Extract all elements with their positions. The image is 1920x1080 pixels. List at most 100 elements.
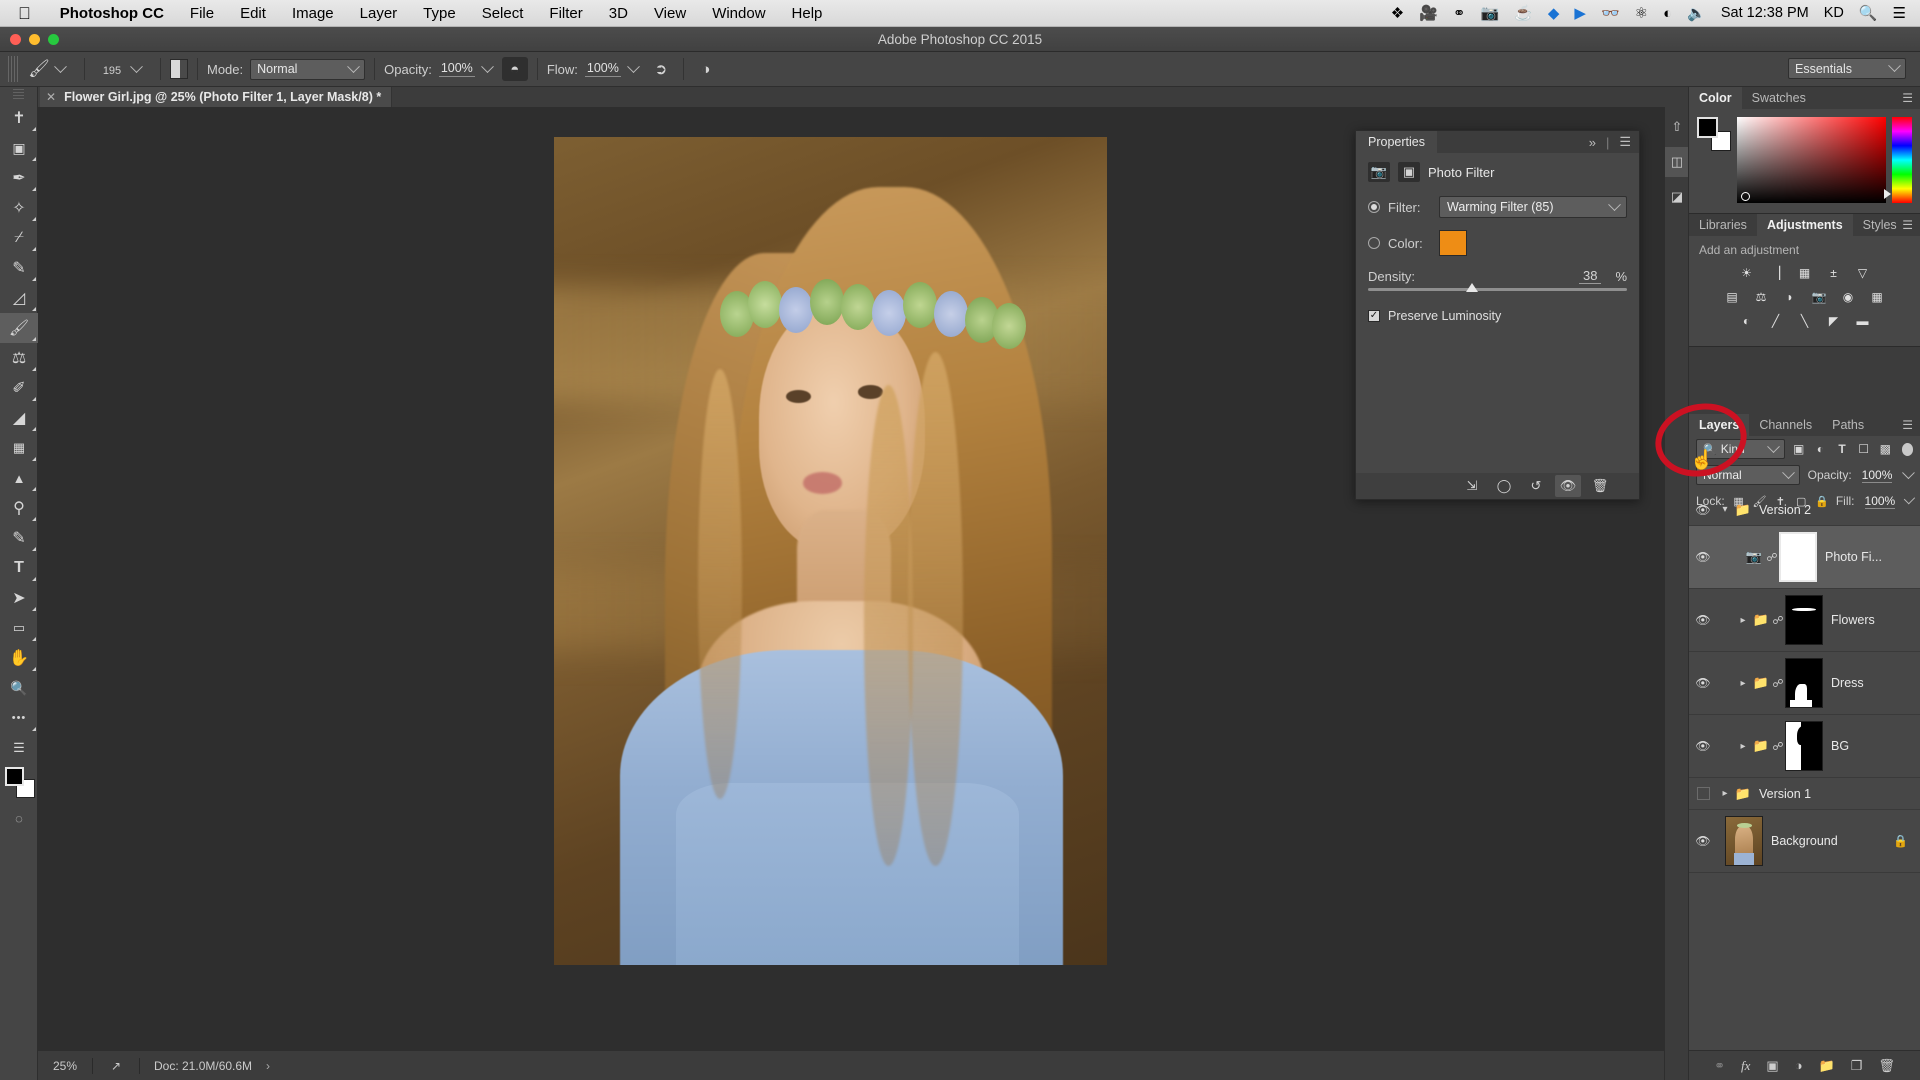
levels-icon[interactable]: ▕	[1765, 264, 1787, 281]
link-mask-icon[interactable]: ☍	[1771, 677, 1785, 690]
delete-layer-icon[interactable]: 🗑	[1878, 1058, 1895, 1074]
reset-icon[interactable]: ↺	[1523, 475, 1549, 497]
menu-app-name[interactable]: Photoshop CC	[47, 5, 177, 22]
foreground-background-color[interactable]	[0, 763, 38, 803]
foreground-color-swatch[interactable]	[5, 767, 24, 786]
diamond-icon[interactable]: ◆	[1548, 4, 1560, 22]
filter-toggle[interactable]	[1901, 442, 1914, 456]
crop-tool[interactable]: ⌿	[0, 223, 38, 253]
coffee-icon[interactable]: ☕	[1514, 4, 1533, 22]
brush-preset-chevron-down-icon[interactable]	[130, 59, 143, 73]
marquee-tool[interactable]: ▣	[0, 133, 38, 163]
minimize-window-button[interactable]	[29, 34, 40, 45]
visibility-toggle[interactable]: 👁	[1689, 613, 1717, 627]
share-icon[interactable]: ↗	[93, 1059, 139, 1073]
opacity-chevron-down-icon[interactable]	[1902, 465, 1915, 479]
tool-preset-chevron-down-icon[interactable]	[54, 59, 67, 73]
layer-row-bg[interactable]: 👁 ▸ 📁 ☍ BG	[1689, 715, 1920, 778]
filter-adjustment-icon[interactable]: ◐	[1812, 440, 1829, 459]
filter-radio[interactable]	[1368, 201, 1380, 213]
posterize-icon[interactable]: ╱	[1765, 312, 1787, 329]
link-mask-icon[interactable]: ☍	[1765, 551, 1779, 564]
creative-cloud-icon[interactable]: ⚭	[1453, 4, 1466, 22]
foreground-color-swatch[interactable]	[1697, 117, 1718, 138]
layer-row-dress[interactable]: 👁 ▸ 📁 ☍ Dress	[1689, 652, 1920, 715]
chevron-right-icon[interactable]: ▸	[1717, 788, 1733, 799]
workspace-selector[interactable]: Essentials	[1788, 58, 1906, 79]
visibility-toggle[interactable]: 👁	[1689, 676, 1717, 690]
link-layers-icon[interactable]: ⚭	[1714, 1058, 1725, 1074]
new-adjustment-icon[interactable]: ◑	[1795, 1058, 1803, 1073]
panel-menu-icon[interactable]: ☰	[1902, 418, 1913, 432]
color-radio[interactable]	[1368, 237, 1380, 249]
gradient-map-icon[interactable]: ◤	[1823, 312, 1845, 329]
layer-list[interactable]: 👁 ▾ 📁 Version 2 👁 📷 ☍ Photo Fi... 👁 ▸ 📁	[1689, 494, 1920, 1050]
exposure-icon[interactable]: ±	[1823, 264, 1845, 281]
channel-mixer-icon[interactable]: ◉	[1837, 288, 1859, 305]
menu-item-edit[interactable]: Edit	[227, 5, 279, 22]
menu-item-layer[interactable]: Layer	[347, 5, 411, 22]
black-white-icon[interactable]: ◗	[1779, 288, 1801, 305]
density-slider[interactable]	[1368, 283, 1627, 292]
brightness-contrast-icon[interactable]: ☀	[1736, 264, 1758, 281]
eraser-tool[interactable]: ◢	[0, 403, 38, 433]
maximize-window-button[interactable]	[48, 34, 59, 45]
smoothing-icon[interactable]: ◑	[693, 57, 719, 81]
window-controls[interactable]	[10, 34, 59, 45]
list-icon[interactable]: ☰	[1893, 4, 1906, 22]
filter-type-icon[interactable]: T	[1834, 440, 1851, 459]
chevron-down-icon[interactable]: ▾	[1717, 504, 1733, 515]
hand-tool[interactable]: ✋	[0, 643, 38, 673]
options-bar-grip[interactable]	[8, 56, 20, 82]
add-mask-icon[interactable]: ▣	[1766, 1058, 1778, 1074]
selective-color-icon[interactable]: ▬	[1852, 312, 1874, 329]
wifi-icon[interactable]: ◐	[1663, 5, 1672, 22]
curves-icon[interactable]: ▦	[1794, 264, 1816, 281]
flow-chevron-down-icon[interactable]	[626, 59, 640, 73]
type-tool[interactable]: T	[0, 553, 38, 583]
quick-selection-tool[interactable]: ✧	[0, 193, 38, 223]
blend-mode-select[interactable]: Normal	[250, 58, 366, 80]
visibility-icon[interactable]: 👁	[1555, 475, 1581, 497]
brush-panel-icon[interactable]	[170, 59, 188, 79]
filter-select[interactable]: Warming Filter (85)	[1439, 196, 1627, 218]
zoom-level[interactable]: 25%	[38, 1059, 92, 1073]
panel-menu-icon[interactable]: ☰	[1902, 218, 1913, 232]
zoom-tool[interactable]: 🔍	[0, 673, 38, 703]
tab-libraries[interactable]: Libraries	[1689, 214, 1757, 236]
layer-mask-thumbnail[interactable]	[1785, 721, 1823, 771]
layer-row-photo-filter[interactable]: 👁 📷 ☍ Photo Fi...	[1689, 526, 1920, 589]
layer-row-flowers[interactable]: 👁 ▸ 📁 ☍ Flowers	[1689, 589, 1920, 652]
screen-record-icon[interactable]: 🎥	[1419, 4, 1438, 22]
link-mask-icon[interactable]: ☍	[1771, 740, 1785, 753]
preserve-luminosity-checkbox[interactable]: ✓	[1368, 310, 1380, 322]
menu-item-select[interactable]: Select	[469, 5, 537, 22]
panel-menu-icon[interactable]: ☰	[1902, 91, 1913, 105]
color-panel-fg-bg[interactable]	[1697, 117, 1731, 151]
chevron-right-icon[interactable]: ▸	[1735, 741, 1751, 752]
tab-paths[interactable]: Paths	[1822, 414, 1874, 436]
visibility-toggle[interactable]	[1689, 787, 1717, 800]
eyedropper-tool[interactable]: ✎	[0, 253, 38, 283]
hue-saturation-icon[interactable]: ▤	[1721, 288, 1743, 305]
new-group-icon[interactable]: 📁	[1819, 1058, 1835, 1074]
screen-mode-icon[interactable]: ☰	[0, 733, 38, 763]
filter-smart-icon[interactable]: ▩	[1877, 440, 1894, 459]
apple-icon[interactable]: 	[18, 5, 31, 22]
tab-layers[interactable]: Layers	[1689, 414, 1750, 436]
tab-color[interactable]: Color	[1689, 87, 1742, 109]
opacity-input[interactable]: 100%	[438, 61, 475, 77]
menu-user[interactable]: KD	[1824, 5, 1844, 21]
brush-icon[interactable]: 🖌	[26, 56, 52, 82]
visibility-toggle[interactable]: 👁	[1689, 739, 1717, 753]
tab-properties[interactable]: Properties	[1356, 131, 1437, 153]
delete-icon[interactable]: 🗑	[1587, 475, 1613, 497]
new-layer-icon[interactable]: ❐	[1851, 1058, 1863, 1074]
tab-adjustments[interactable]: Adjustments	[1756, 214, 1853, 236]
preserve-luminosity-row[interactable]: ✓ Preserve Luminosity	[1356, 309, 1639, 323]
airbrush-icon[interactable]: ➲	[648, 57, 674, 81]
dodge-tool[interactable]: ⚲	[0, 493, 38, 523]
properties-rail-icon[interactable]: ◪	[1665, 182, 1689, 212]
hue-slider[interactable]	[1884, 117, 1912, 203]
history-brush-tool[interactable]: ✐	[0, 373, 38, 403]
